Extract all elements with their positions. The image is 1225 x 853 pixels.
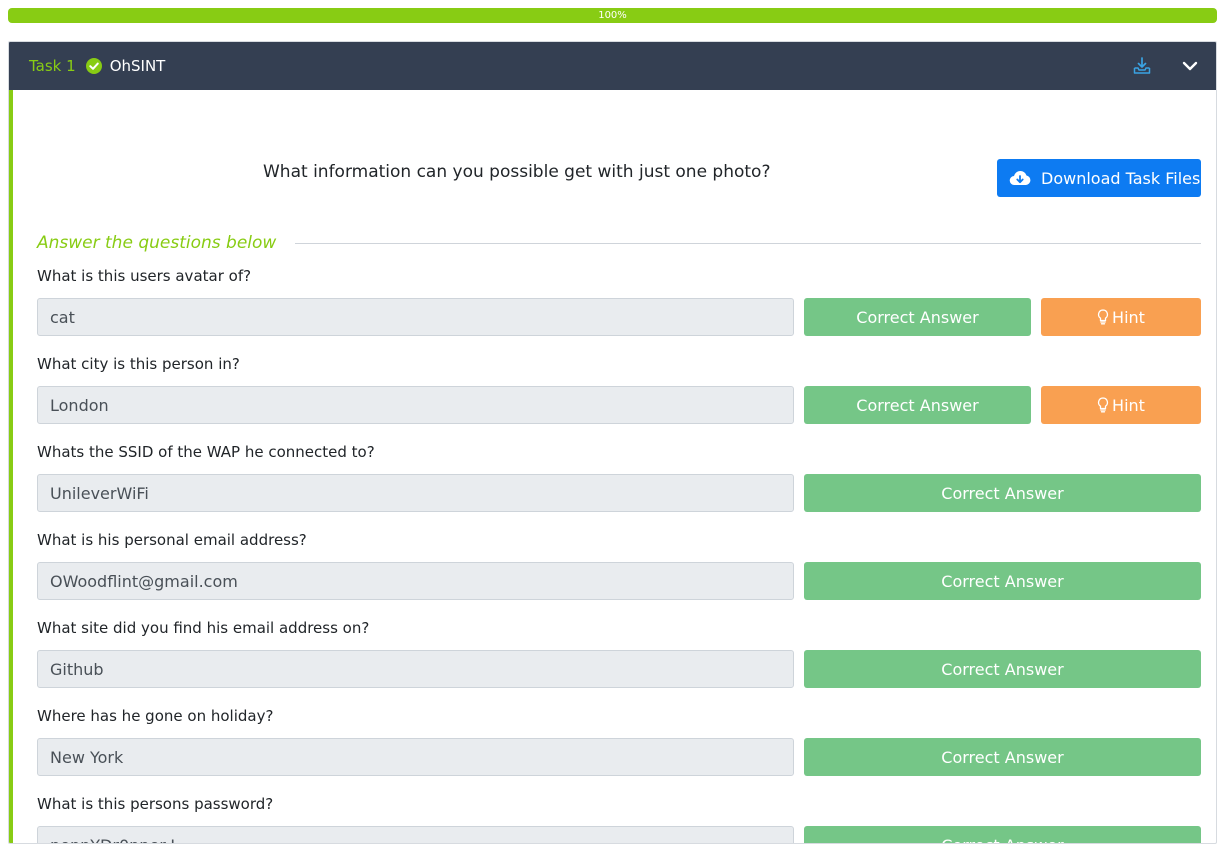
download-tray-icon[interactable]	[1132, 56, 1152, 76]
download-task-files-button[interactable]: Download Task Files	[997, 159, 1201, 197]
task-number: Task 1	[29, 57, 76, 75]
hint-button[interactable]: Hint	[1041, 386, 1201, 424]
task-body: What information can you possible get wi…	[9, 90, 1216, 843]
answer-field[interactable]: OWoodflint@gmail.com	[37, 562, 794, 600]
task-header[interactable]: Task 1 OhSINT	[9, 42, 1216, 90]
answers-heading: Answer the questions below	[37, 233, 277, 253]
answer-field[interactable]: UnileverWiFi	[37, 474, 794, 512]
question-text: Whats the SSID of the WAP he connected t…	[37, 443, 375, 461]
answer-field[interactable]: Github	[37, 650, 794, 688]
question-text: What is his personal email address?	[37, 531, 307, 549]
correct-answer-button[interactable]: Correct Answer	[804, 562, 1201, 600]
task-description: What information can you possible get wi…	[263, 162, 771, 182]
question-text: Where has he gone on holiday?	[37, 707, 274, 725]
hint-label: Hint	[1112, 307, 1145, 327]
question-text: What site did you find his email address…	[37, 619, 370, 637]
check-circle-icon	[85, 58, 102, 74]
divider	[295, 243, 1201, 244]
lightbulb-icon	[1097, 397, 1109, 413]
correct-answer-button[interactable]: Correct Answer	[804, 826, 1201, 843]
lightbulb-icon	[1097, 309, 1109, 325]
answer-field[interactable]: New York	[37, 738, 794, 776]
question-text: What is this users avatar of?	[37, 267, 252, 285]
answer-field[interactable]: London	[37, 386, 794, 424]
cloud-download-icon	[1009, 169, 1031, 187]
question-text: What city is this person in?	[37, 355, 240, 373]
progress-fill: 100%	[8, 8, 1217, 23]
hint-button[interactable]: Hint	[1041, 298, 1201, 336]
hint-label: Hint	[1112, 395, 1145, 415]
correct-answer-button[interactable]: Correct Answer	[804, 738, 1201, 776]
correct-answer-button[interactable]: Correct Answer	[804, 474, 1201, 512]
correct-answer-button[interactable]: Correct Answer	[804, 298, 1031, 336]
answer-field[interactable]: cat	[37, 298, 794, 336]
question-text: What is this persons password?	[37, 795, 274, 813]
progress-bar: 100%	[8, 8, 1217, 23]
progress-label: 100%	[598, 10, 627, 21]
correct-answer-button[interactable]: Correct Answer	[804, 386, 1031, 424]
task-title: OhSINT	[109, 57, 166, 75]
chevron-down-icon[interactable]	[1181, 57, 1199, 75]
download-button-label: Download Task Files	[1041, 168, 1201, 188]
task-card: Task 1 OhSINT What information can you p…	[8, 41, 1217, 844]
correct-answer-button[interactable]: Correct Answer	[804, 650, 1201, 688]
answer-field[interactable]: pennYDr0pper.!	[37, 826, 794, 843]
